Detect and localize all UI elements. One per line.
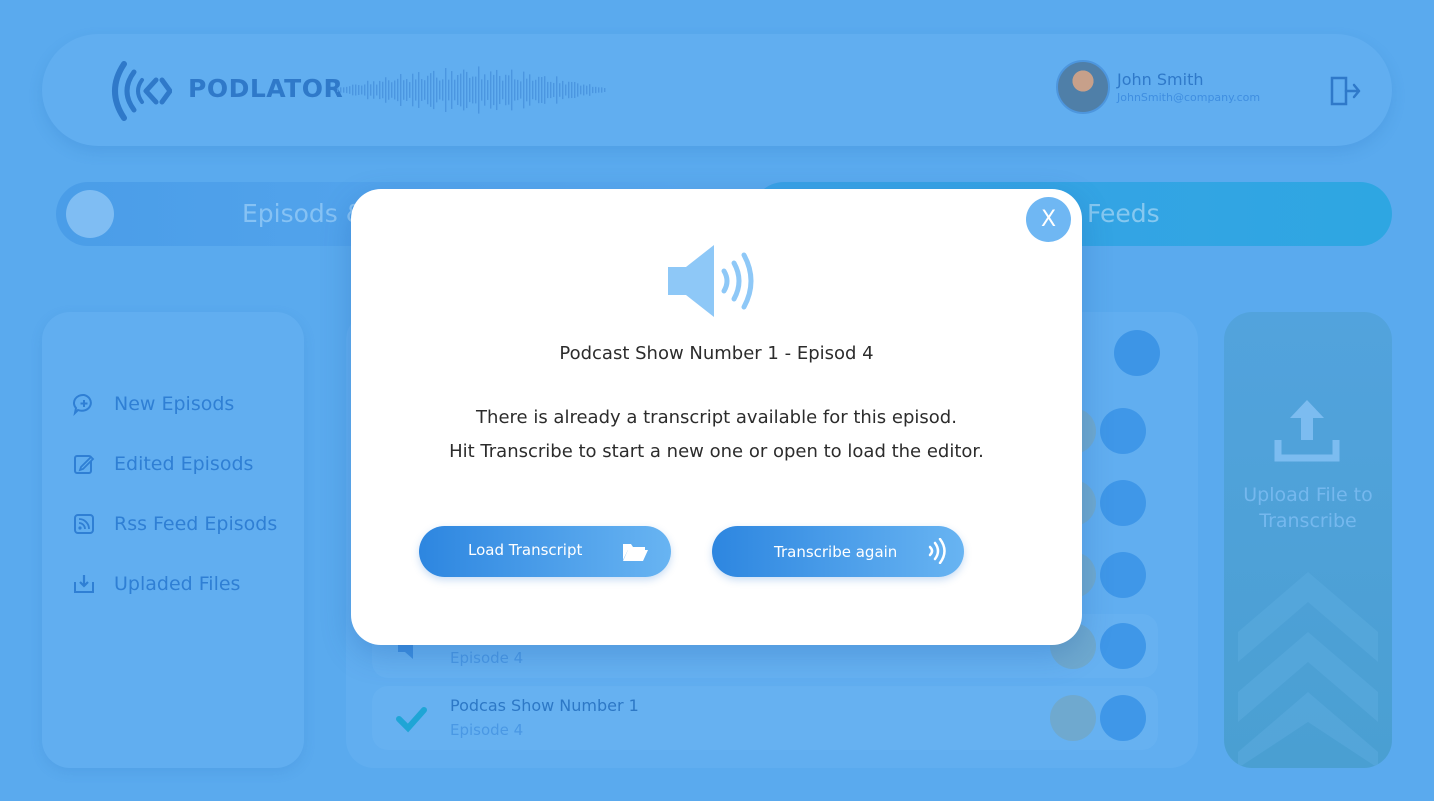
sidebar-item-edited-episods[interactable]: Edited Episods (72, 450, 253, 478)
close-button[interactable]: X (1026, 197, 1071, 242)
list-item[interactable]: Podcas Show Number 1 Episode 4 (372, 686, 1158, 750)
sound-waves-icon (928, 538, 946, 564)
transcript-dialog: X Podcast Show Number 1 - Episod 4 There… (351, 189, 1082, 645)
open-folder-button[interactable] (1100, 408, 1146, 454)
transcript-button[interactable] (1050, 695, 1096, 741)
chevron-up-icon (1238, 572, 1378, 768)
checkmark-icon (396, 707, 427, 733)
dialog-message-line2: Hit Transcribe to start a new one or ope… (449, 441, 984, 462)
edit-icon (74, 455, 95, 474)
sidebar: New Episods Edited Episods Rss Feed Epis… (42, 312, 304, 768)
sidebar-item-label: Rss Feed Episods (114, 513, 278, 535)
load-transcript-button[interactable]: Load Transcript (419, 526, 671, 577)
tab-label: Episods & (242, 199, 366, 228)
open-folder-button[interactable] (1100, 695, 1146, 741)
sidebar-item-upladed-files[interactable]: Upladed Files (72, 570, 240, 598)
sidebar-item-label: New Episods (114, 393, 235, 415)
sidebar-item-label: Edited Episods (114, 453, 254, 475)
episode-title: Podcas Show Number 1 (450, 696, 639, 715)
brand-name: PODLATOR (188, 74, 344, 103)
sidebar-item-new-episods[interactable]: New Episods (72, 390, 234, 418)
upload-icon (1274, 400, 1340, 462)
avatar[interactable] (1056, 60, 1110, 114)
upload-label: Upload File to Transcribe (1243, 484, 1373, 532)
dialog-message-line1: There is already a transcript available … (476, 407, 957, 428)
user-name: John Smith (1117, 70, 1204, 89)
header-bar: PODLATOR John Smith JohnSmith@company.co… (42, 34, 1392, 146)
rss-icon (74, 514, 94, 534)
chat-plus-icon (73, 393, 92, 416)
download-icon (74, 575, 94, 593)
edit-document-button[interactable] (1100, 623, 1146, 669)
episode-subtitle: Episode 4 (450, 649, 524, 667)
list-view-icon[interactable] (1114, 330, 1160, 376)
edit-document-button[interactable] (1100, 480, 1146, 526)
button-label: Load Transcript (468, 541, 583, 559)
episode-subtitle: Episode 4 (450, 721, 524, 739)
speaker-icon (668, 245, 754, 317)
user-email: JohnSmith@company.com (1117, 91, 1261, 104)
logout-icon[interactable] (1328, 74, 1362, 108)
transcribe-again-button[interactable]: Transcribe again (712, 526, 964, 577)
open-folder-button[interactable] (1100, 552, 1146, 598)
podlator-logo-icon (112, 61, 172, 121)
dialog-title: Podcast Show Number 1 - Episod 4 (559, 343, 874, 364)
sidebar-item-label: Upladed Files (114, 573, 241, 595)
button-label: Transcribe again (774, 543, 898, 561)
sidebar-item-rss-feed-episods[interactable]: Rss Feed Episods (72, 510, 277, 538)
upload-panel[interactable]: Upload File to Transcribe (1224, 312, 1392, 768)
documents-icon (66, 190, 114, 238)
audio-waveform-icon (337, 66, 606, 114)
tab-label: Feeds (1087, 199, 1160, 228)
folder-icon (623, 544, 648, 561)
